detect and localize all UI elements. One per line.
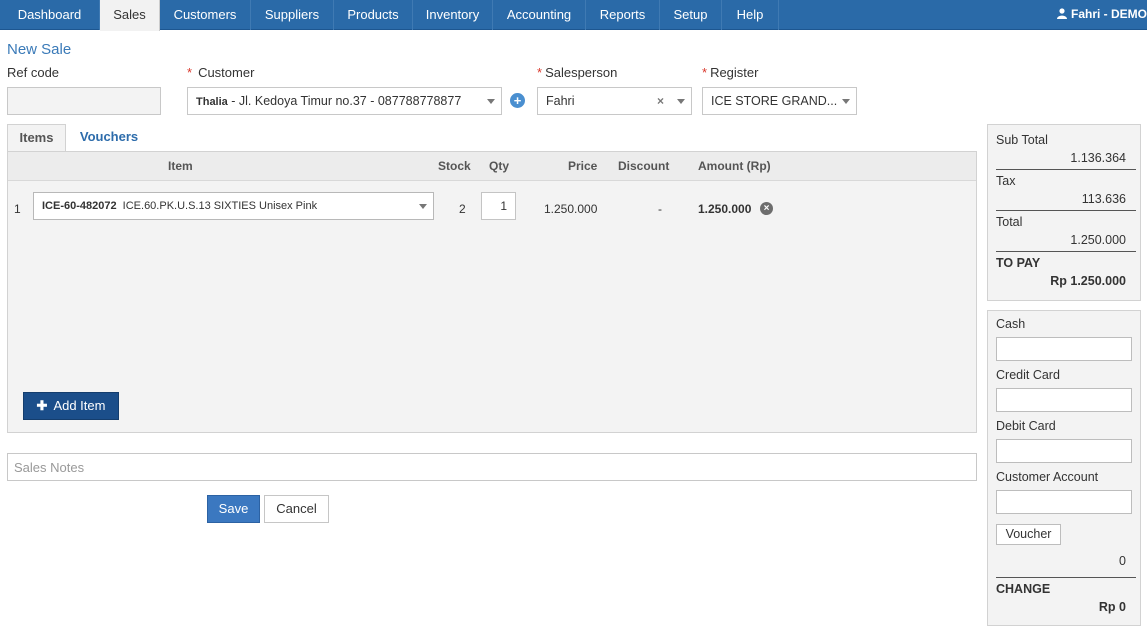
divider bbox=[996, 169, 1136, 170]
col-stock: Stock bbox=[438, 159, 471, 173]
user-icon bbox=[1056, 8, 1067, 19]
nav-tab-customers[interactable]: Customers bbox=[160, 0, 251, 30]
nav-tab-inventory[interactable]: Inventory bbox=[413, 0, 493, 30]
required-mark: * bbox=[537, 65, 543, 80]
items-panel: Item Stock Qty Price Discount Amount (Rp… bbox=[7, 151, 977, 433]
chevron-down-icon bbox=[677, 99, 685, 104]
item-stock: 2 bbox=[459, 202, 466, 216]
subtotal-label: Sub Total bbox=[996, 133, 1048, 147]
register-label-wrap: * Register bbox=[702, 65, 758, 80]
nav-tab-sales[interactable]: Sales bbox=[100, 0, 160, 31]
user-menu[interactable]: Fahri - DEMO bbox=[1056, 0, 1147, 30]
subtotal-value: 1.136.364 bbox=[1070, 151, 1126, 165]
required-mark: * bbox=[702, 65, 708, 80]
tab-vouchers[interactable]: Vouchers bbox=[66, 124, 152, 152]
clear-icon[interactable]: × bbox=[657, 88, 664, 114]
nav-tab-dashboard[interactable]: Dashboard bbox=[0, 0, 100, 30]
credit-card-label: Credit Card bbox=[996, 368, 1060, 382]
divider bbox=[996, 251, 1136, 252]
item-code: ICE-60-482072 bbox=[42, 200, 117, 212]
voucher-value: 0 bbox=[1119, 554, 1126, 568]
add-item-label: Add Item bbox=[53, 398, 106, 413]
nav-tab-help[interactable]: Help bbox=[722, 0, 779, 30]
change-value: Rp 0 bbox=[1098, 600, 1126, 614]
plus-icon: ✚ bbox=[36, 398, 48, 413]
divider bbox=[996, 577, 1136, 578]
remove-item-icon[interactable]: × bbox=[760, 202, 773, 215]
salesperson-select[interactable]: Fahri × bbox=[537, 87, 692, 115]
cash-label: Cash bbox=[996, 317, 1026, 331]
change-label: CHANGE bbox=[996, 582, 1051, 596]
total-label: Total bbox=[996, 215, 1023, 229]
customer-label-wrap: * Customer bbox=[187, 65, 254, 80]
to-pay-value: Rp 1.250.000 bbox=[1050, 274, 1126, 288]
tax-label: Tax bbox=[996, 174, 1016, 188]
register-value: ICE STORE GRAND... bbox=[711, 94, 838, 108]
salesperson-value: Fahri bbox=[546, 94, 575, 108]
total-value: 1.250.000 bbox=[1070, 233, 1126, 247]
ref-code-label: Ref code bbox=[7, 65, 60, 80]
salesperson-label-wrap: * Salesperson bbox=[537, 65, 617, 80]
chevron-down-icon bbox=[419, 204, 427, 209]
customer-name: Thalia bbox=[196, 96, 228, 108]
divider bbox=[996, 210, 1136, 211]
customer-label: Customer bbox=[198, 65, 255, 80]
item-amount: 1.250.000 bbox=[698, 202, 752, 216]
top-nav: Dashboard Sales Customers Suppliers Prod… bbox=[0, 0, 1147, 31]
nav-tab-products[interactable]: Products bbox=[334, 0, 413, 30]
item-price: 1.250.000 bbox=[544, 202, 598, 216]
qty-input[interactable]: 1 bbox=[481, 192, 516, 220]
customer-account-label: Customer Account bbox=[996, 470, 1099, 484]
register-label: Register bbox=[710, 65, 759, 80]
add-item-button[interactable]: ✚ Add Item bbox=[23, 392, 119, 420]
salesperson-label: Salesperson bbox=[545, 65, 618, 80]
item-discount: - bbox=[658, 202, 662, 216]
nav-tab-setup[interactable]: Setup bbox=[660, 0, 722, 30]
item-name: ICE.60.PK.U.S.13 SIXTIES Unisex Pink bbox=[122, 200, 318, 212]
debit-card-input[interactable] bbox=[996, 439, 1132, 463]
col-qty: Qty bbox=[489, 159, 510, 173]
required-mark: * bbox=[187, 65, 193, 80]
item-select[interactable]: ICE-60-482072 ICE.60.PK.U.S.13 SIXTIES U… bbox=[33, 192, 434, 220]
debit-card-label: Debit Card bbox=[996, 419, 1056, 433]
chevron-down-icon bbox=[842, 99, 850, 104]
nav-tab-reports[interactable]: Reports bbox=[586, 0, 660, 30]
table-header: Item Stock Qty Price Discount Amount (Rp… bbox=[8, 152, 976, 181]
sales-notes-input[interactable] bbox=[7, 453, 977, 481]
totals-summary: Sub Total 1.136.364 Tax 113.636 Total 1.… bbox=[987, 124, 1141, 301]
nav-tab-accounting[interactable]: Accounting bbox=[493, 0, 586, 30]
add-customer-icon[interactable]: + bbox=[510, 93, 525, 108]
page-title: New Sale bbox=[7, 41, 72, 58]
cancel-button[interactable]: Cancel bbox=[264, 495, 329, 523]
customer-account-input[interactable] bbox=[996, 490, 1132, 514]
tab-items[interactable]: Items bbox=[7, 124, 66, 152]
col-item: Item bbox=[168, 159, 193, 173]
tax-value: 113.636 bbox=[1081, 192, 1126, 206]
save-button[interactable]: Save bbox=[207, 495, 260, 523]
col-discount: Discount bbox=[618, 159, 670, 173]
items-tabs: Items Vouchers bbox=[7, 124, 977, 152]
ref-code-input[interactable] bbox=[7, 87, 161, 115]
user-name: Fahri - DEMO bbox=[1070, 7, 1147, 21]
credit-card-input[interactable] bbox=[996, 388, 1132, 412]
row-number: 1 bbox=[14, 202, 21, 216]
customer-detail: - Jl. Kedoya Timur no.37 - 087788778877 bbox=[227, 94, 462, 108]
voucher-button[interactable]: Voucher bbox=[996, 524, 1061, 545]
customer-select[interactable]: Thalia - Jl. Kedoya Timur no.37 - 087788… bbox=[187, 87, 502, 115]
cash-input[interactable] bbox=[996, 337, 1132, 361]
register-select[interactable]: ICE STORE GRAND... bbox=[702, 87, 857, 115]
nav-tab-suppliers[interactable]: Suppliers bbox=[251, 0, 334, 30]
payment-panel: Cash Credit Card Debit Card Customer Acc… bbox=[987, 310, 1141, 626]
chevron-down-icon bbox=[487, 99, 495, 104]
to-pay-label: TO PAY bbox=[996, 256, 1041, 270]
col-price: Price bbox=[568, 159, 598, 173]
col-amount: Amount (Rp) bbox=[698, 159, 771, 173]
